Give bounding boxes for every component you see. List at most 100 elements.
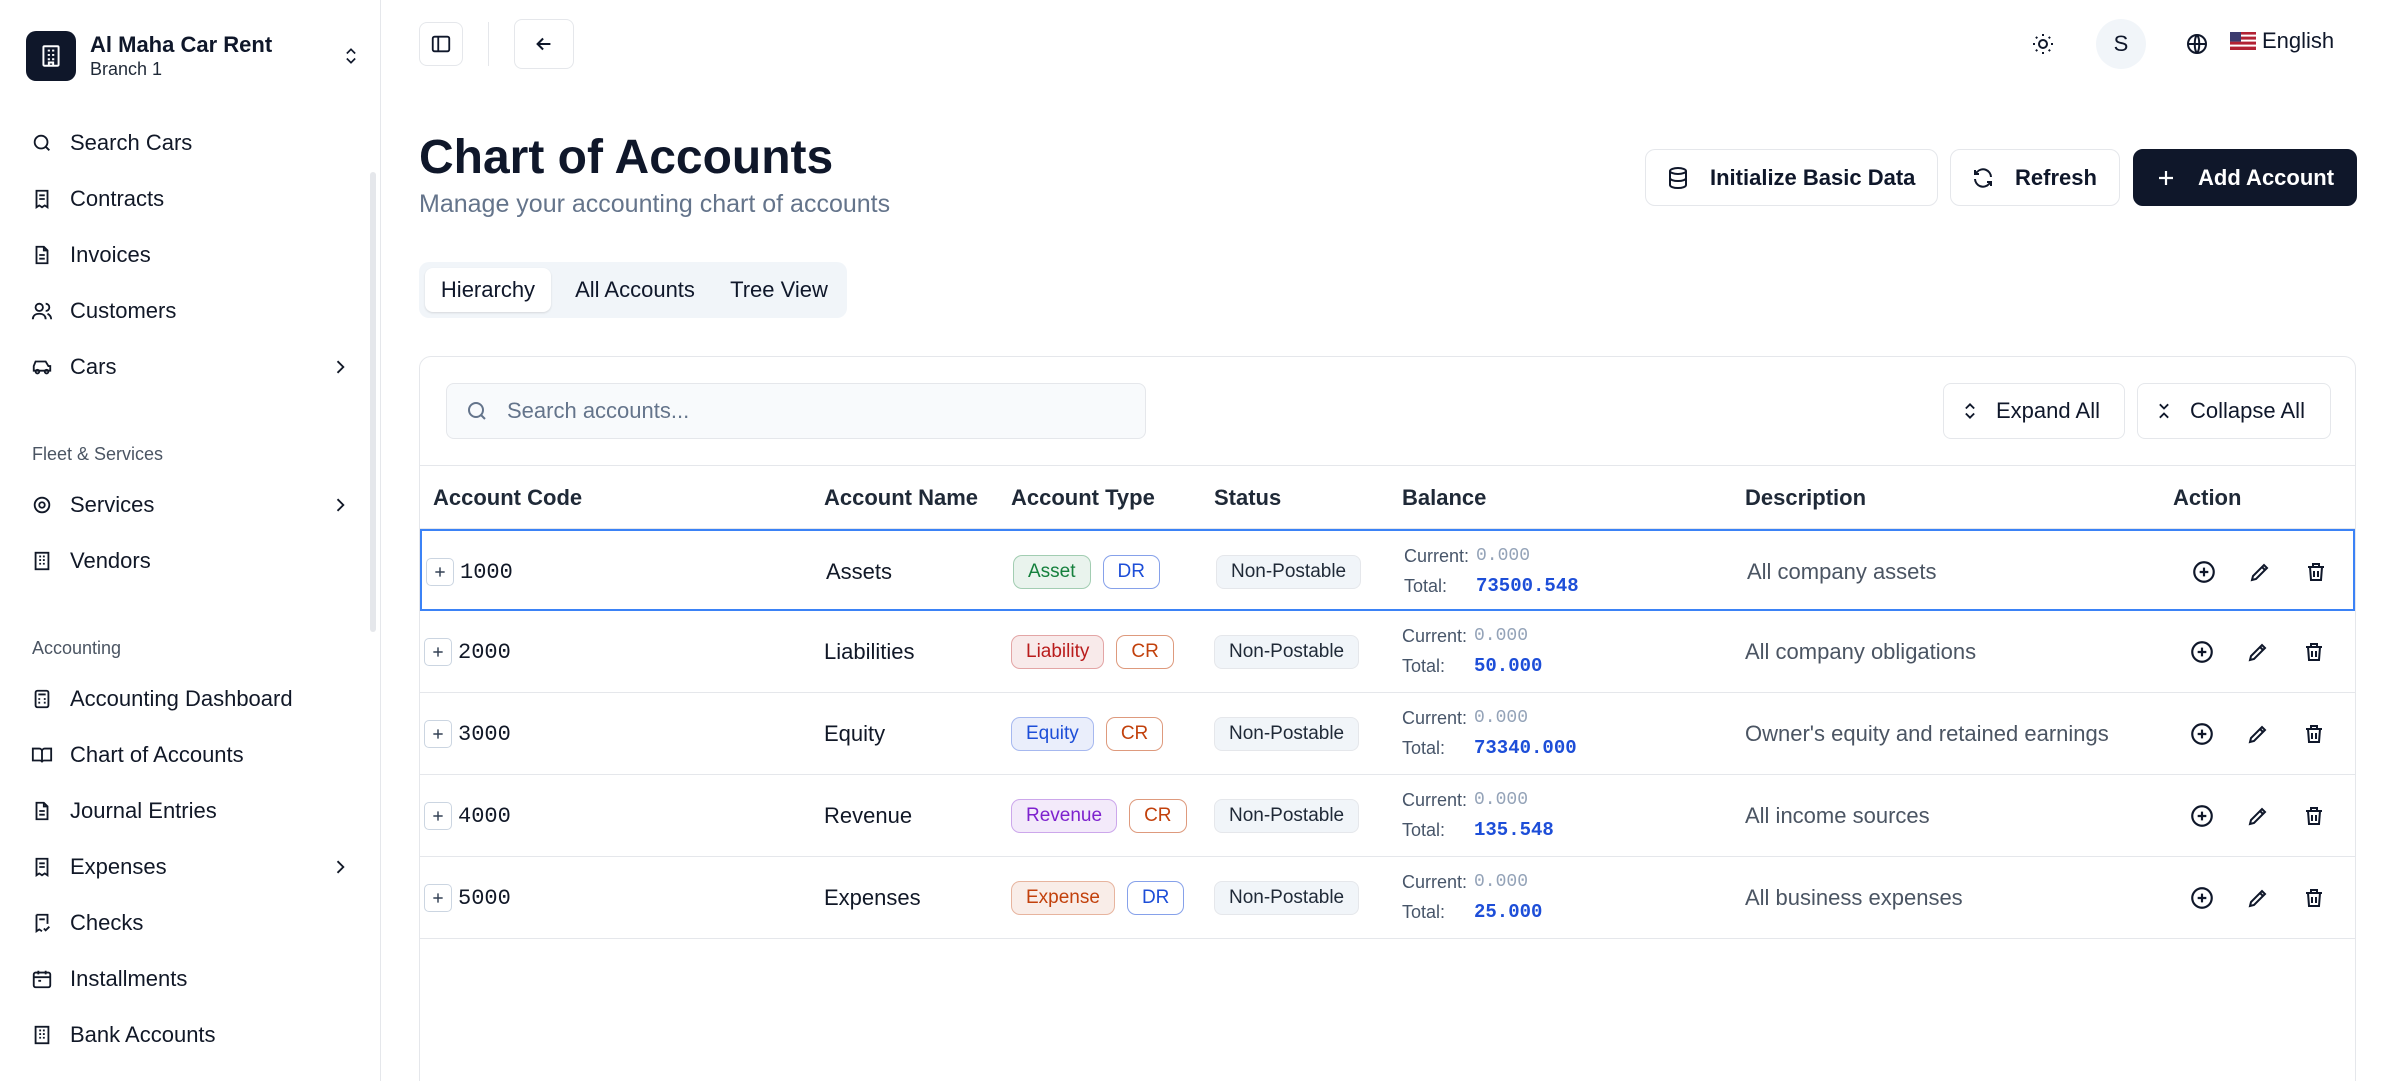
account-description: All income sources <box>1745 803 1930 828</box>
sidebar-item-chart-of-accounts[interactable]: Chart of Accounts <box>30 735 350 775</box>
sidebar-item-label: Customers <box>70 298 177 323</box>
add-child-button[interactable] <box>2187 719 2217 749</box>
chevron-right-icon <box>330 857 350 877</box>
sidebar-item-expenses[interactable]: Expenses <box>30 847 350 887</box>
receipt-icon <box>30 187 54 211</box>
pencil-icon <box>2248 807 2267 826</box>
sidebar-item-contracts[interactable]: Contracts <box>30 179 350 219</box>
toggle-sidebar-button[interactable] <box>419 22 463 66</box>
initialize-basic-data-button[interactable]: Initialize Basic Data <box>1645 149 1938 206</box>
search-icon <box>465 399 489 423</box>
add-child-button[interactable] <box>2187 801 2217 831</box>
initialize-label: Initialize Basic Data <box>1710 164 1916 190</box>
sidebar-item-services[interactable]: Services <box>30 485 350 525</box>
delete-button[interactable] <box>2299 883 2329 913</box>
refresh-button[interactable]: Refresh <box>1950 149 2120 206</box>
accounts-card: Expand All Collapse All Account Code Acc… <box>419 356 2356 1081</box>
add-child-button[interactable] <box>2187 883 2217 913</box>
column-header[interactable]: Account Name <box>824 466 978 530</box>
topbar-divider <box>488 22 489 66</box>
table-row[interactable]: 5000 Expenses Expense DR Non-Postable Cu… <box>420 857 2355 939</box>
normal-side-badge: CR <box>1129 799 1187 833</box>
delete-button[interactable] <box>2299 801 2329 831</box>
search-input[interactable] <box>507 398 1107 424</box>
add-child-button[interactable] <box>2187 637 2217 667</box>
plus-circle-icon <box>2191 641 2213 663</box>
table-row[interactable]: 2000 Liabilities Liability CR Non-Postab… <box>420 611 2355 693</box>
expand-row-button[interactable] <box>424 884 452 912</box>
sidebar-item-vendors[interactable]: Vendors <box>30 541 350 581</box>
language-selector[interactable]: English <box>2230 28 2334 54</box>
theme-toggle-button[interactable] <box>2028 29 2058 59</box>
chevrons-up-down-icon[interactable] <box>336 41 366 71</box>
org-switcher[interactable]: Al Maha Car Rent Branch 1 <box>26 24 366 88</box>
trash-icon <box>2306 725 2322 743</box>
tab-hierarchy[interactable]: Hierarchy <box>425 268 551 312</box>
expand-row-button[interactable] <box>424 638 452 666</box>
edit-button[interactable] <box>2243 883 2273 913</box>
column-header[interactable]: Action <box>2173 466 2241 530</box>
account-description: All business expenses <box>1745 885 1963 910</box>
normal-side-badge: DR <box>1102 555 1160 589</box>
chevron-right-icon <box>330 495 350 515</box>
sidebar-item-checks[interactable]: Checks <box>30 903 350 943</box>
edit-button[interactable] <box>2243 637 2273 667</box>
normal-side-badge: DR <box>1126 881 1185 915</box>
trash-icon <box>2306 889 2322 907</box>
expand-row-button[interactable] <box>424 720 452 748</box>
building-icon <box>30 1023 54 1047</box>
status-cell: Non-Postable <box>1214 857 1360 939</box>
delete-button[interactable] <box>2299 637 2329 667</box>
column-header[interactable]: Balance <box>1402 466 1486 530</box>
balance-cell: Current: 0.000 Total: 73340.000 <box>1402 703 1577 763</box>
account-type-badge: Expense <box>1011 881 1115 915</box>
calendar-icon <box>30 967 54 991</box>
expand-row-button[interactable] <box>426 558 454 586</box>
sidebar-item-label: Chart of Accounts <box>70 742 244 767</box>
sidebar-item-accounting-dashboard[interactable]: Accounting Dashboard <box>30 679 350 719</box>
sidebar-item-journal-entries[interactable]: Journal Entries <box>30 791 350 831</box>
table-row[interactable]: 4000 Revenue Revenue CR Non-Postable Cur… <box>420 775 2355 857</box>
delete-button[interactable] <box>2299 719 2329 749</box>
current-label: Current: <box>1402 625 1468 646</box>
sidebar-scrollbar[interactable] <box>370 172 376 632</box>
sidebar-item-bank-accounts[interactable]: Bank Accounts <box>30 1015 350 1055</box>
edit-button[interactable] <box>2243 719 2273 749</box>
language-button[interactable] <box>2182 29 2212 59</box>
add-child-button[interactable] <box>2189 557 2219 587</box>
table-row[interactable]: 1000 Assets Asset DR Non-Postable Curren… <box>420 529 2355 611</box>
sidebar-item-search-cars[interactable]: Search Cars <box>30 123 350 163</box>
avatar[interactable]: S <box>2096 19 2146 69</box>
car-icon <box>30 355 54 379</box>
sidebar-item-installments[interactable]: Installments <box>30 959 350 999</box>
sidebar-item-cars[interactable]: Cars <box>30 347 350 387</box>
tab-all-accounts[interactable]: All Accounts <box>555 268 715 312</box>
table-row[interactable]: 3000 Equity Equity CR Non-Postable Curre… <box>420 693 2355 775</box>
plus-circle-icon <box>2193 561 2215 583</box>
collapse-all-button[interactable]: Collapse All <box>2137 383 2331 439</box>
back-button[interactable] <box>514 19 574 69</box>
tab-tree-view[interactable]: Tree View <box>717 268 841 312</box>
delete-button[interactable] <box>2301 557 2331 587</box>
add-account-button[interactable]: Add Account <box>2133 149 2357 206</box>
column-header[interactable]: Description <box>1745 466 1866 530</box>
sidebar-item-customers[interactable]: Customers <box>30 291 350 331</box>
column-header[interactable]: Account Code <box>433 466 582 530</box>
edit-button[interactable] <box>2243 801 2273 831</box>
expand-all-button[interactable]: Expand All <box>1943 383 2125 439</box>
total-label: Total: <box>1402 655 1446 676</box>
normal-side-badge: CR <box>1105 717 1164 751</box>
expand-row-button[interactable] <box>424 802 452 830</box>
search-box <box>446 383 1146 439</box>
account-type-badge: Liability <box>1011 635 1105 669</box>
collapse-all-label: Collapse All <box>2190 398 2305 423</box>
column-header[interactable]: Status <box>1214 466 1281 530</box>
current-label: Current: <box>1402 789 1468 810</box>
sidebar-item-invoices[interactable]: Invoices <box>30 235 350 275</box>
current-balance: 0.000 <box>1476 546 1531 566</box>
normal-side-badge: CR <box>1116 635 1174 669</box>
total-balance: 50.000 <box>1474 655 1543 677</box>
status-cell: Non-Postable <box>1214 611 1360 693</box>
column-header[interactable]: Account Type <box>1011 466 1155 530</box>
edit-button[interactable] <box>2245 557 2275 587</box>
